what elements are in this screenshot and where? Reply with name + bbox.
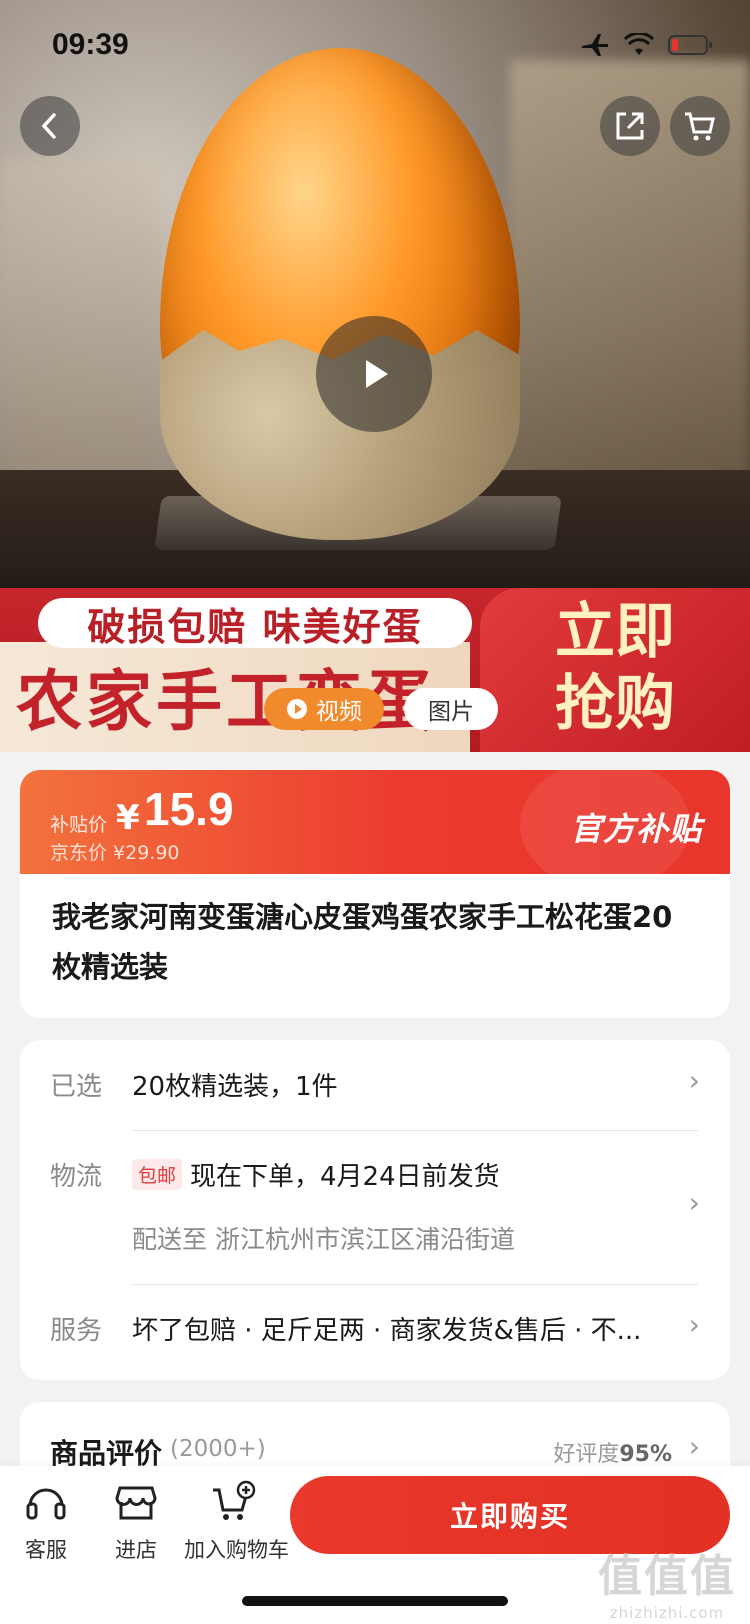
add-to-cart-label: 加入购物车 [184,1538,289,1562]
price-value: 15.9 [144,783,234,835]
product-title: 我老家河南变蛋溏心皮蛋鸡蛋农家手工松花蛋20枚精选装 [52,900,673,984]
watermark-logo: 值值值 [598,1551,736,1602]
subsidy-tag: 官方补贴 [569,810,702,848]
delivery-address: 配送至 浙江杭州市滨江区浦沿街道 [132,1225,515,1254]
service-label: 服务 [50,1316,103,1346]
service-value: 坏了包赔 · 足斤足两 · 商家发货&售后 · 不... [132,1316,642,1346]
original-price: 京东价 ¥29.90 [50,842,180,864]
play-circle-icon [287,699,307,719]
product-title-card: 我老家河南变蛋溏心皮蛋鸡蛋农家手工松花蛋20枚精选装 [20,874,730,1018]
play-icon [366,360,388,388]
watermark: 值值值 zhizhizhi.com [598,1540,736,1622]
tab-video-label: 视频 [316,699,362,725]
chevron-right-icon: › [688,1186,700,1219]
headset-icon [26,1488,66,1520]
chevron-left-icon [41,113,56,139]
status-time: 09:39 [52,28,129,61]
cart-add-icon [213,1480,256,1520]
play-video-button[interactable] [316,316,432,432]
share-icon [616,112,644,140]
tab-video[interactable]: 视频 [264,688,384,730]
background-blur-left [0,160,160,480]
price-bar: 补贴价 ¥ 15.9 京东价 ¥29.90 官方补贴 [20,770,730,874]
tab-images[interactable]: 图片 [404,688,498,730]
selected-label: 已选 [50,1072,103,1102]
battery-icon [668,35,712,55]
add-to-cart-button[interactable]: 加入购物车 [184,1480,289,1564]
positive-rate-prefix: 好评度 [553,1442,620,1467]
store-button[interactable]: 进店 [110,1480,162,1564]
store-label: 进店 [115,1538,157,1562]
product-media[interactable]: 09:39 破损包赔 味美好蛋 农家手工变蛋 立即抢购 视频 图片 [0,0,750,752]
divider [132,1130,698,1131]
spec-card: 已选 20枚精选装，1件 › 物流 包邮 现在下单，4月24日前发货 配送至 浙江… [20,1040,730,1380]
chevron-right-icon: › [688,1064,700,1097]
price-label: 补贴价 [50,814,108,836]
selected-value: 20枚精选装，1件 [132,1072,338,1102]
tab-images-label: 图片 [428,699,474,725]
home-indicator[interactable] [242,1596,508,1606]
logistics-value: 包邮 现在下单，4月24日前发货 [132,1156,500,1193]
wifi-icon [624,33,654,55]
reviews-count: (2000+) [170,1436,266,1462]
positive-rate: 好评度95% [553,1436,672,1468]
airplane-icon [582,34,608,56]
store-icon [115,1486,157,1520]
share-button[interactable] [600,96,660,156]
positive-rate-value: 95% [619,1442,672,1467]
chevron-right-icon: › [688,1430,700,1463]
cart-button[interactable] [670,96,730,156]
price-currency: ¥ [116,798,140,838]
logistics-label: 物流 [50,1162,103,1192]
watermark-url: zhizhizhi.com [609,1604,725,1622]
media-tabs: 视频 图片 [264,688,498,730]
back-button[interactable] [20,96,80,156]
divider [132,1284,698,1285]
cart-icon [685,112,715,141]
status-bar: 09:39 [0,0,750,90]
promo-slogan: 破损包赔 味美好蛋 [38,598,472,649]
delivery-date: 现在下单，4月24日前发货 [190,1162,500,1192]
customer-service-button[interactable]: 客服 [20,1480,72,1564]
promo-buy-now: 立即抢购 [555,597,675,739]
chevron-right-icon: › [688,1308,700,1341]
free-shipping-badge: 包邮 [132,1159,183,1190]
customer-service-label: 客服 [25,1538,67,1562]
